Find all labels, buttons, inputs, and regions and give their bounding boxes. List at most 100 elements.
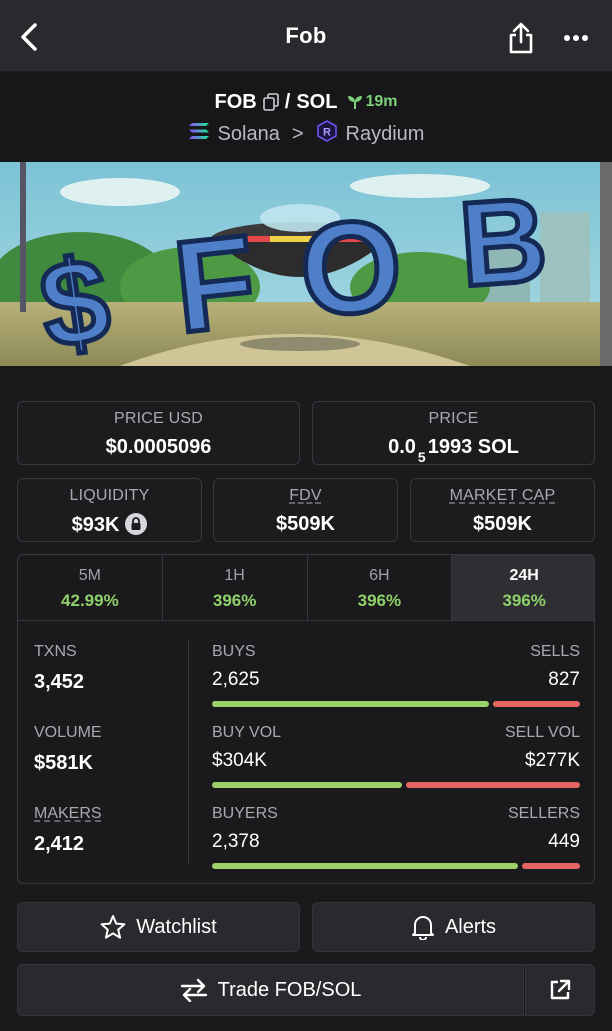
chain-name[interactable]: Solana	[218, 123, 280, 146]
market-cap-card: MARKET CAP $509K	[410, 478, 595, 542]
svg-text:F: F	[168, 207, 262, 361]
price-usd-card: PRICE USD $0.0005096	[17, 401, 300, 465]
price-native-subscript: 5	[417, 449, 426, 465]
buy-bar-segment	[212, 863, 518, 869]
price-native-card: PRICE 0.0 5 1993 SOL	[312, 401, 595, 465]
tab-24h[interactable]: 24H 396%	[452, 555, 594, 620]
trade-button[interactable]: Trade FOB/SOL	[17, 964, 524, 1016]
sell-vol-label: SELL VOL	[504, 724, 580, 741]
tab-5m[interactable]: 5M 42.99%	[18, 555, 163, 620]
txns-value: 3,452	[34, 671, 85, 693]
timeframe-tabs: 5M 42.99% 1H 396% 6H 396% 24H 396%	[18, 555, 594, 621]
buy-vol-value: $304K	[212, 750, 267, 771]
fdv-card: FDV $509K	[213, 478, 398, 542]
txns-metric: TXNS 3,452	[34, 643, 84, 694]
liquidity-value-row: $93K	[18, 513, 201, 537]
sell-vol-value: $277K	[525, 750, 580, 771]
buyers-sellers-bar	[212, 863, 580, 869]
pair-age: 19m	[347, 93, 397, 111]
market-cap-value: $509K	[473, 513, 532, 535]
market-cap-label: MARKET CAP	[449, 487, 556, 504]
liquidity-label: LIQUIDITY	[69, 487, 150, 504]
buy-vol-label: BUY VOL	[212, 724, 282, 741]
tab-6h[interactable]: 6H 396%	[308, 555, 453, 620]
raydium-icon: R	[316, 120, 338, 148]
column-divider	[188, 639, 189, 865]
sellers-value: 449	[548, 831, 580, 852]
pair-line: FOB / SOL 19m	[0, 88, 612, 116]
volume-split-bar	[212, 782, 580, 788]
chain-dex-line: Solana > R Raydium	[0, 120, 612, 148]
fdv-value: $509K	[276, 513, 335, 535]
svg-text:R: R	[323, 127, 331, 139]
price-native-suffix: 1993 SOL	[427, 436, 519, 458]
buys-value: 2,625	[212, 669, 260, 690]
base-token-symbol: FOB	[214, 90, 257, 113]
price-native-value: 0.0 5 1993 SOL	[313, 436, 594, 465]
breadcrumb-chevron: >	[291, 122, 304, 145]
share-icon[interactable]	[504, 20, 538, 56]
dex-name[interactable]: Raydium	[346, 123, 425, 146]
svg-text:B: B	[455, 172, 551, 312]
pair-age-value: 19m	[365, 93, 398, 110]
sprout-icon	[348, 96, 363, 109]
tab-1h[interactable]: 1H 396%	[163, 555, 308, 620]
buys-sells-bar	[212, 701, 580, 707]
price-native-label: PRICE	[428, 410, 479, 427]
app-header: Fob	[0, 0, 612, 72]
txns-label: TXNS	[34, 643, 77, 660]
back-icon[interactable]	[14, 20, 44, 54]
swap-arrows-icon	[180, 978, 207, 1002]
volume-label: VOLUME	[34, 724, 102, 741]
tab-label: 1H	[224, 567, 245, 584]
sells-label: SELLS	[530, 643, 580, 660]
token-banner-image: $ F O B	[0, 162, 612, 366]
sell-bar-segment	[522, 863, 580, 869]
pair-header: FOB / SOL 19m Solana > R Raydium	[0, 72, 612, 162]
page-title: Fob	[285, 22, 327, 48]
copy-icon[interactable]	[262, 93, 279, 111]
volume-metric: VOLUME $581K	[34, 724, 102, 775]
tab-change: 396%	[212, 591, 257, 610]
lock-icon[interactable]	[125, 513, 148, 535]
tab-change: 42.99%	[61, 591, 119, 610]
price-native-prefix: 0.0	[388, 436, 416, 458]
alerts-button[interactable]: Alerts	[312, 902, 595, 952]
buy-bar-segment	[212, 701, 489, 707]
liquidity-card: LIQUIDITY $93K	[17, 478, 202, 542]
watchlist-button[interactable]: Watchlist	[17, 902, 300, 952]
alerts-label: Alerts	[444, 915, 497, 938]
volume-value: $581K	[34, 752, 93, 774]
open-external-button[interactable]	[525, 964, 595, 1016]
svg-text:O: O	[297, 192, 406, 343]
solana-icon	[188, 122, 210, 146]
sell-bar-segment	[493, 701, 580, 707]
quote-token-symbol: SOL	[296, 90, 338, 113]
makers-value: 2,412	[34, 833, 85, 855]
sell-bar-segment	[406, 782, 580, 788]
trade-label: Trade FOB/SOL	[217, 978, 362, 1001]
buyers-label: BUYERS	[212, 805, 278, 822]
tab-change: 396%	[502, 591, 546, 610]
liquidity-value: $93K	[71, 514, 120, 536]
buys-label: BUYS	[212, 643, 256, 660]
buyers-value: 2,378	[212, 831, 260, 852]
trading-stats-panel: 5M 42.99% 1H 396% 6H 396% 24H 396% TXNS …	[17, 554, 595, 884]
tab-change: 396%	[357, 591, 402, 610]
star-icon	[100, 915, 126, 939]
tab-label: 5M	[78, 567, 101, 584]
fdv-label: FDV	[289, 487, 322, 504]
tab-label: 6H	[369, 567, 390, 584]
buy-bar-segment	[212, 782, 402, 788]
watchlist-label: Watchlist	[136, 915, 217, 938]
makers-metric: MAKERS 2,412	[34, 805, 102, 856]
bell-icon	[411, 916, 434, 940]
price-usd-label: PRICE USD	[114, 410, 203, 427]
tab-label: 24H	[509, 567, 539, 584]
external-link-icon	[550, 979, 571, 1000]
pair-separator: /	[284, 90, 291, 113]
price-usd-value: $0.0005096	[105, 436, 212, 458]
sellers-label: SELLERS	[507, 805, 580, 822]
more-options-icon[interactable]	[558, 22, 594, 54]
makers-label: MAKERS	[34, 805, 102, 822]
